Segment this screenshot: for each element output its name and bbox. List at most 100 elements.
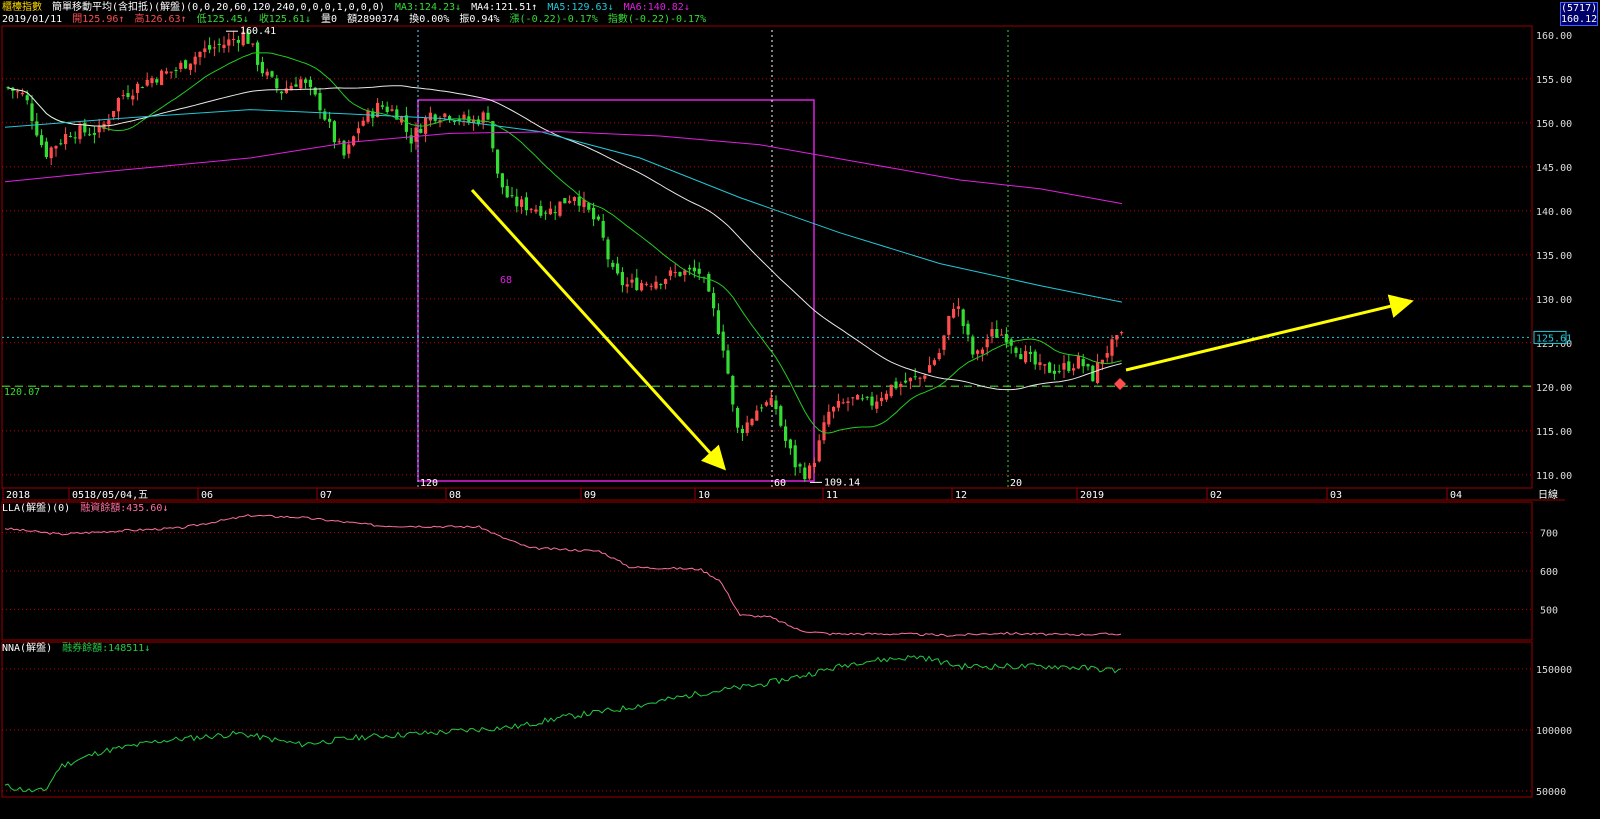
- down-trend-arrow: [470, 188, 727, 471]
- v-marker-label: 120: [420, 478, 438, 489]
- candle-body: [54, 146, 58, 149]
- change-value: 漲(-0.22)-0.17%: [509, 14, 598, 25]
- candle-body: [404, 115, 408, 132]
- candle-body: [414, 127, 418, 142]
- candle-body: [419, 128, 423, 133]
- candle-body: [1000, 334, 1004, 336]
- candle-body: [510, 195, 514, 197]
- lla-y-tick: 700: [1540, 529, 1558, 540]
- candle-body: [884, 393, 888, 400]
- y-tick-label: 115.00: [1536, 427, 1572, 438]
- candle-body: [956, 306, 960, 309]
- candle-body: [184, 60, 188, 69]
- candle-body: [731, 375, 735, 405]
- candle-body: [726, 350, 730, 374]
- candle-body: [596, 216, 600, 220]
- x-tick-label: 11: [826, 490, 838, 501]
- x-tick-label: 2019: [1080, 490, 1104, 501]
- candle-body: [337, 141, 341, 143]
- candle-body: [145, 79, 149, 86]
- candle-body: [947, 315, 951, 335]
- candle-body: [232, 39, 236, 41]
- cursor-date-label: 18/05/04,五: [84, 490, 148, 501]
- candle-body: [150, 78, 154, 84]
- candle-body: [1019, 354, 1023, 360]
- candle-body: [212, 47, 216, 49]
- y-tick-label: 145.00: [1536, 163, 1572, 174]
- candle-body: [904, 380, 908, 383]
- candle-body: [208, 45, 212, 50]
- amplitude-value: 振0.94%: [459, 14, 500, 25]
- candle-body: [227, 39, 231, 46]
- index-change-value: 指數(-0.22)-0.17%: [607, 14, 707, 25]
- candle-body: [25, 95, 29, 101]
- candle-body: [889, 384, 893, 397]
- candle-body: [505, 185, 509, 198]
- candle-body: [659, 284, 663, 286]
- y-tick-label: 150.00: [1536, 119, 1572, 130]
- indicator-name: 簡單移動平均(含扣抵)(解盤)(0,0,20,60,120,240,0,0,0,…: [52, 2, 385, 13]
- candle-body: [865, 396, 869, 398]
- candle-body: [928, 365, 932, 373]
- candle-body: [275, 78, 279, 89]
- candle-body: [985, 339, 989, 348]
- y-tick-label: 155.00: [1536, 75, 1572, 86]
- candle-body: [779, 406, 783, 426]
- candle-body: [92, 133, 96, 135]
- candle-body: [121, 95, 125, 97]
- chart-svg[interactable]: 155.00 150.00 145.00 140.00 135.00 130.00 125.…: [0, 0, 1600, 815]
- y-tick-label: 130.00: [1536, 295, 1572, 306]
- candle-body: [1091, 365, 1095, 382]
- lla-title: LLA(解盤)(0): [2, 503, 71, 514]
- candle-body: [83, 122, 87, 133]
- candle-body: [1072, 368, 1076, 371]
- high-value: 高126.63↑: [134, 14, 187, 25]
- lla-header: LLA(解盤)(0) 融資餘額:435.60↓: [2, 503, 172, 515]
- candle-body: [1033, 351, 1037, 365]
- candle-body: [755, 410, 759, 421]
- candle-body: [136, 83, 140, 93]
- header-line-2: 2019/01/11 開125.96↑ 高126.63↑ 低125.45↓ 收1…: [2, 14, 710, 26]
- header-line-1: 櫃檯指數 簡單移動平均(含扣抵)(解盤)(0,0,20,60,120,240,0…: [2, 2, 694, 14]
- v-marker-label: 20: [1010, 478, 1022, 489]
- candle-body: [937, 352, 941, 360]
- candle-body: [870, 396, 874, 406]
- x-tick-label: 05: [72, 490, 84, 501]
- candle-body: [788, 439, 792, 449]
- candle-body: [332, 121, 336, 143]
- signal-marker: [1114, 378, 1126, 390]
- candle-body: [217, 43, 221, 46]
- y-tick-label: 135.00: [1536, 251, 1572, 262]
- candle-body: [750, 419, 754, 426]
- candle-body: [59, 143, 63, 145]
- candle-body: [270, 71, 274, 77]
- candle-body: [856, 394, 860, 400]
- candle-body: [222, 44, 226, 48]
- candle-body: [30, 103, 34, 121]
- candle-body: [385, 106, 389, 112]
- candle-body: [49, 147, 53, 159]
- volume-value: 量0: [321, 14, 338, 25]
- x-tick-label: 04: [1450, 490, 1462, 501]
- candle-body: [860, 398, 864, 400]
- candle-body: [606, 239, 610, 260]
- candle-body: [716, 310, 720, 335]
- candle-body: [832, 406, 836, 412]
- candle-body: [280, 91, 284, 94]
- candle-body: [328, 118, 332, 122]
- candle-body: [817, 440, 821, 462]
- candle-body: [966, 323, 970, 335]
- x-tick-label: 09: [584, 490, 596, 501]
- y-tick-label: 140.00: [1536, 207, 1572, 218]
- candle-body: [1120, 332, 1124, 334]
- candle-body: [203, 48, 207, 53]
- candle-body: [299, 79, 303, 89]
- candle-body: [851, 397, 855, 399]
- price-tag: (5717) 160.12: [1560, 2, 1598, 26]
- index-name: 櫃檯指數: [2, 2, 42, 13]
- close-value: 收125.61↓: [258, 14, 311, 25]
- candle-body: [380, 105, 384, 107]
- candle-body: [140, 87, 144, 89]
- stock-code: (5717): [1561, 3, 1598, 14]
- candle-body: [553, 212, 557, 214]
